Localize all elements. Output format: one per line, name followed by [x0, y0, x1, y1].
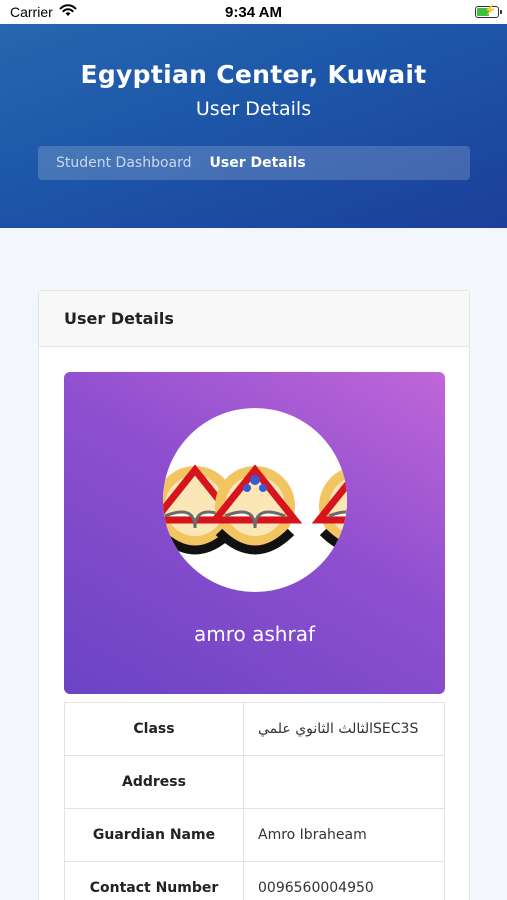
- contact-number-value: 0096560004950: [243, 861, 445, 900]
- school-logo-image: [163, 464, 347, 555]
- address-label: Address: [64, 755, 244, 809]
- page-subtitle: User Details: [195, 98, 312, 120]
- table-row: Guardian Name Amro Ibraheam: [64, 808, 445, 862]
- guardian-name-value: Amro Ibraheam: [243, 808, 445, 862]
- profile-panel: amro ashraf: [64, 372, 445, 694]
- class-label: Class: [64, 702, 244, 756]
- breadcrumb-user-details: User Details: [209, 155, 306, 171]
- status-time: 9:34 AM: [225, 3, 282, 21]
- status-left: Carrier: [10, 4, 77, 20]
- details-table: Class الثالث الثانوي علميSEC3S Address G…: [64, 702, 445, 900]
- table-row: Class الثالث الثانوي علميSEC3S: [64, 702, 445, 756]
- card-title: User Details: [39, 291, 469, 347]
- address-value: [243, 755, 445, 809]
- wifi-icon: [59, 4, 77, 20]
- battery-charging-icon: ⚡: [475, 5, 502, 18]
- breadcrumb-student-dashboard[interactable]: Student Dashboard: [56, 155, 192, 171]
- status-bar: Carrier 9:34 AM ⚡: [0, 0, 507, 24]
- table-row: Contact Number 0096560004950: [64, 861, 445, 900]
- carrier-label: Carrier: [10, 4, 53, 20]
- app-title: Egyptian Center, Kuwait: [80, 60, 427, 89]
- contact-number-label: Contact Number: [64, 861, 244, 900]
- user-details-card: User Details amro ashraf Class الثالث ال…: [38, 290, 470, 900]
- avatar[interactable]: [163, 408, 347, 592]
- guardian-name-label: Guardian Name: [64, 808, 244, 862]
- user-name: amro ashraf: [194, 622, 315, 646]
- table-row: Address: [64, 755, 445, 809]
- page-header: Egyptian Center, Kuwait User Details Stu…: [0, 24, 507, 228]
- breadcrumb: Student Dashboard User Details: [38, 146, 470, 180]
- class-value: الثالث الثانوي علميSEC3S: [243, 702, 445, 756]
